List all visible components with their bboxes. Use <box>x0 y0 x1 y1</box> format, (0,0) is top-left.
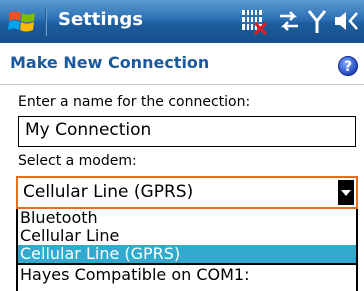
windows-flag-icon[interactable] <box>6 6 38 38</box>
page-header: Make New Connection ? <box>0 45 364 85</box>
help-icon[interactable]: ? <box>338 56 358 76</box>
modem-selected-value: Cellular Line (GPRS) <box>23 182 194 202</box>
page-title: Make New Connection <box>10 53 210 72</box>
modem-option-hayes-com1[interactable]: Hayes Compatible on COM1: <box>18 263 356 285</box>
chevron-down-icon[interactable] <box>338 180 354 205</box>
app-title: Settings <box>58 9 143 30</box>
volume-icon[interactable] <box>332 7 360 35</box>
modem-option-bluetooth[interactable]: Bluetooth <box>18 209 356 227</box>
sim-missing-icon[interactable] <box>240 7 268 35</box>
svg-text:?: ? <box>344 59 352 75</box>
connection-name-label: Enter a name for the connection: <box>18 94 251 110</box>
connection-name-input[interactable]: My Connection <box>18 116 356 147</box>
modem-option-cellular-line[interactable]: Cellular Line <box>18 227 356 245</box>
modem-select[interactable]: Cellular Line (GPRS) <box>16 176 358 209</box>
modem-option-cellular-line-gprs[interactable]: Cellular Line (GPRS) <box>18 245 356 263</box>
connectivity-icon[interactable] <box>276 7 302 35</box>
modem-label: Select a modem: <box>18 153 137 169</box>
modem-dropdown-list: Bluetooth Cellular Line Cellular Line (G… <box>16 209 358 291</box>
title-separator <box>45 8 47 36</box>
title-bar: Settings <box>0 0 364 43</box>
signal-icon[interactable] <box>306 7 328 35</box>
